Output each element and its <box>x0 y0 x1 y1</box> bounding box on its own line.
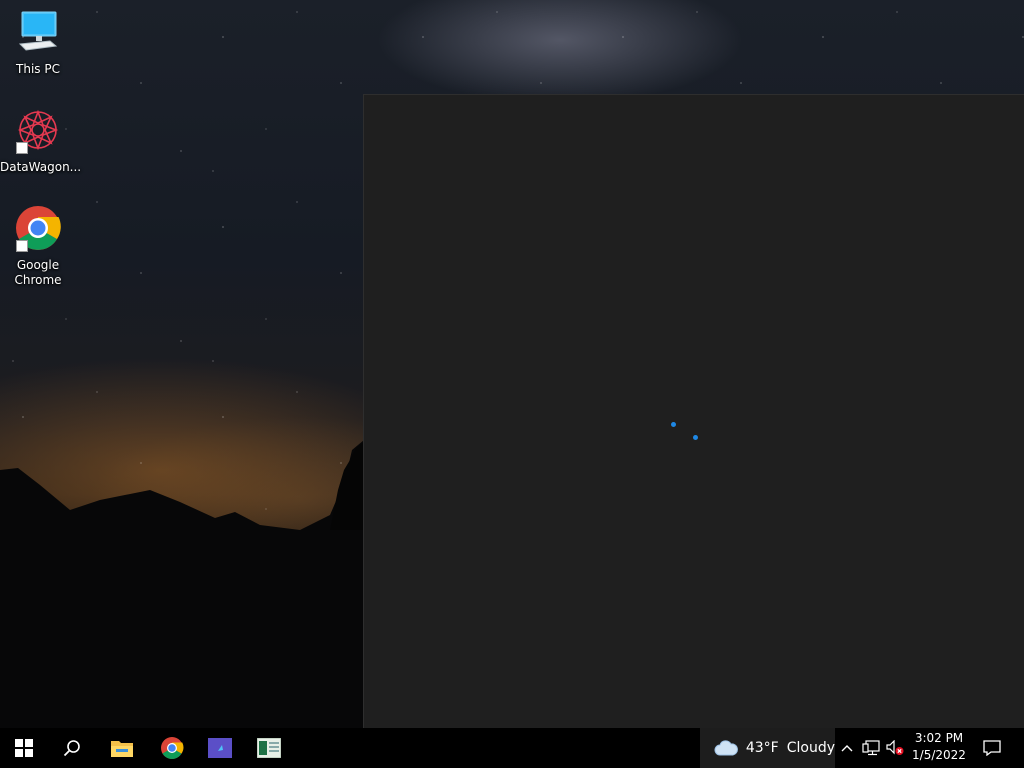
taskbar-clock[interactable]: 3:02 PM 1/5/2022 <box>906 730 972 766</box>
loading-spinner-dot <box>671 422 676 427</box>
taskbar-chrome[interactable] <box>148 728 196 768</box>
desktop-icon-label: Google Chrome <box>14 258 62 287</box>
network-icon <box>862 740 880 756</box>
spreadsheet-icon <box>257 738 281 758</box>
action-center-button[interactable] <box>976 728 1008 768</box>
weather-temperature: 43°F <box>745 740 779 756</box>
wallpaper-mountains <box>0 440 364 728</box>
weather-condition: Cloudy <box>786 740 835 756</box>
loading-spinner-dot <box>693 435 698 440</box>
taskbar-app-purple[interactable] <box>196 728 244 768</box>
desktop-icon-datawagon[interactable]: DataWagon... <box>0 108 81 175</box>
volume-button[interactable] <box>884 728 906 768</box>
shortcut-arrow-icon <box>16 240 28 252</box>
search-button[interactable] <box>48 728 96 768</box>
clock-time: 3:02 PM <box>914 731 964 745</box>
volume-muted-icon <box>886 740 904 755</box>
loading-app-window[interactable] <box>363 94 1024 728</box>
taskbar-app-spreadsheet[interactable] <box>245 728 293 768</box>
computer-icon <box>14 10 62 58</box>
taskbar: 43°F Cloudy 3:02 PM 1/5/2022 <box>0 728 1024 768</box>
shortcut-arrow-icon <box>16 142 28 154</box>
notification-icon <box>983 740 1001 756</box>
desktop-icon-label: This PC <box>16 62 60 76</box>
weather-widget[interactable]: 43°F Cloudy <box>700 728 835 768</box>
desktop-icon-this-pc[interactable]: This PC <box>0 10 76 77</box>
datawagon-icon <box>14 108 62 156</box>
show-hidden-icons-button[interactable] <box>838 728 856 768</box>
folder-icon <box>111 741 133 757</box>
start-button[interactable] <box>0 728 48 768</box>
chrome-icon <box>14 206 62 254</box>
clock-date: 1/5/2022 <box>912 748 966 762</box>
taskbar-file-explorer[interactable] <box>98 728 146 768</box>
desktop-icon-google-chrome[interactable]: Google Chrome <box>0 206 76 288</box>
chrome-icon <box>161 737 184 759</box>
app-window-icon <box>208 738 232 758</box>
windows-logo-icon <box>15 739 33 757</box>
desktop-icon-label: DataWagon... <box>0 160 82 174</box>
chevron-up-icon <box>841 745 853 752</box>
cloud-icon <box>714 740 738 756</box>
network-button[interactable] <box>860 728 882 768</box>
search-icon <box>63 740 80 757</box>
